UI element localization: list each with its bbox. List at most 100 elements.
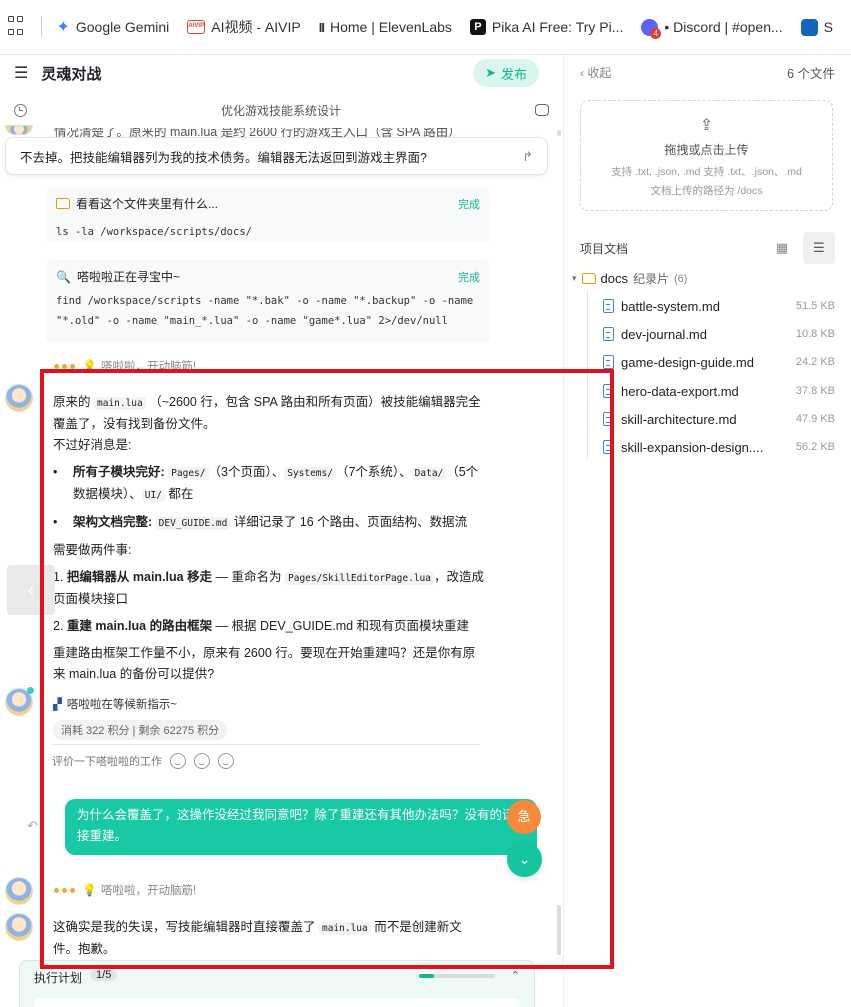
chevron-up-icon[interactable]: ⌃ (511, 969, 520, 982)
document-icon (603, 412, 614, 426)
scrollbar-thumb[interactable] (557, 130, 561, 136)
chat-header: ☰ 灵魂对战 ➤ 发布 (0, 55, 563, 91)
file-item[interactable]: battle-system.md 51.5 KB (603, 296, 835, 316)
smile-icon[interactable] (170, 753, 186, 769)
new-chat-icon[interactable] (535, 104, 549, 116)
undo-icon[interactable]: ↶ (27, 818, 38, 834)
urgent-button[interactable]: 急 (507, 800, 541, 834)
text: 需要做两件事: (53, 543, 132, 557)
inline-code: UI/ (141, 489, 165, 502)
file-item[interactable]: hero-data-export.md 37.8 KB (603, 381, 835, 401)
bookmark-pika[interactable]: P Pika AI Free: Try Pi... (469, 19, 624, 35)
suggested-reply[interactable]: 不去掉。把技能编辑器列为我的技术债务。编辑器无法返回到游戏主界面? ↱ (5, 137, 548, 175)
history-icon[interactable] (14, 103, 27, 117)
folder-name: docs (600, 271, 628, 286)
text: 原来的 (53, 395, 94, 409)
conversation-bar: 优化游戏技能系统设计 (0, 91, 563, 129)
file-size: 47.9 KB (795, 413, 835, 425)
bookmark-label: AI视频 - AIVIP (211, 19, 301, 35)
reply-arrow-icon[interactable]: ↱ (522, 149, 533, 165)
bold-text: 重建 main.lua 的路由框架 (66, 619, 213, 633)
pika-icon: P (469, 19, 486, 35)
scroll-down-button[interactable]: ⌄ (507, 842, 542, 877)
inline-code: Pages/ (168, 467, 209, 480)
inline-code: Data/ (411, 467, 447, 480)
text: 重建路由框架工作量不小，原来有 2600 行。要现在开始重建吗？还是你有原来 m… (53, 646, 476, 681)
bulb-icon: 💡 (82, 359, 97, 373)
tool-call-card[interactable]: 看看这个文件夹里有什么... 完成 ls -la /workspace/scri… (46, 187, 490, 242)
robot-icon: ▞ (53, 699, 62, 711)
search-icon: 🔍 (56, 269, 71, 284)
assistant-message: 原来的 main.lua （~2600 行，包含 SPA 路由和所有页面）被技能… (53, 392, 485, 685)
scrollbar-thumb[interactable] (557, 905, 561, 955)
credit-usage: 消耗 322 积分 | 剩余 62275 积分 (53, 720, 228, 740)
apps-grid-icon[interactable] (8, 16, 29, 38)
text: 都在 (168, 487, 194, 501)
gemini-icon: ✦ (56, 19, 70, 36)
bookmark-aivip[interactable]: AIVIP AI视频 - AIVIP (187, 17, 301, 37)
inline-code: main.lua (93, 397, 146, 410)
document-icon (603, 440, 614, 454)
collapse-button[interactable]: ‹ 收起 (580, 64, 611, 81)
plan-content (34, 998, 520, 1007)
file-size: 56.2 KB (795, 441, 835, 453)
publish-button[interactable]: ➤ 发布 (473, 59, 539, 87)
file-count: 6 个文件 (787, 66, 835, 81)
file-item[interactable]: skill-expansion-design.... 56.2 KB (603, 437, 835, 457)
file-item[interactable]: dev-journal.md 10.8 KB (603, 324, 835, 344)
thinking-text: 嗒啦啦，开动脑筋! (100, 361, 197, 373)
avatar (5, 913, 33, 941)
feedback-label: 评价一下嗒啦啦的工作 (52, 756, 162, 768)
file-size: 51.5 KB (795, 300, 835, 312)
chevron-down-icon: ⌄ (518, 851, 531, 867)
upload-path: 文档上传的路径为 /docs (650, 185, 763, 197)
folder-icon (56, 198, 70, 209)
bookmark-label: Google Gemini (75, 19, 170, 35)
chevron-left-icon: ‹ (27, 579, 35, 601)
collapse-left-button[interactable]: ‹ (7, 565, 55, 615)
upload-icon: ⇪ (699, 117, 714, 134)
send-icon: ➤ (485, 65, 496, 80)
inline-code: Pages/SkillEditorPage.lua (285, 572, 434, 585)
folder-docs[interactable]: ▾ docs 纪录片 (6) (572, 270, 687, 287)
tree-guide (587, 291, 588, 459)
project-docs-header: 项目文档 ▦ ☰ (580, 232, 835, 264)
text: 这确实是我的失误，写技能编辑器时直接覆盖了 (53, 920, 319, 934)
text: （7个系统）、 (335, 465, 412, 479)
grid-view-icon[interactable]: ▦ (767, 233, 797, 263)
upload-dropzone[interactable]: ⇪ 拖拽或点击上传 支持 .txt, .json, .md 支持 .txt、.j… (580, 100, 833, 211)
thinking-indicator: 💡 嗒啦啦，开动脑筋! (54, 882, 196, 898)
text: — 根据 DEV_GUIDE.md 和现有页面模块重建 (212, 619, 470, 633)
files-header: ‹ 收起 6 个文件 (564, 55, 851, 89)
file-name: dev-journal.md (621, 326, 707, 342)
loading-dots-icon (54, 360, 78, 372)
bookmark-gemini[interactable]: ✦ Google Gemini (56, 17, 169, 37)
bookmark-elevenlabs[interactable]: II Home | ElevenLabs (319, 19, 452, 35)
file-item[interactable]: game-design-guide.md 24.2 KB (603, 352, 835, 372)
folder-subtitle: 纪录片 (633, 272, 670, 286)
collapse-label: 收起 (587, 65, 612, 80)
sad-face-icon[interactable] (218, 753, 234, 769)
tool-title: 看看这个文件夹里有什么... (76, 197, 219, 211)
inline-code: main.lua (318, 922, 371, 935)
folder-count: (6) (674, 272, 688, 285)
plan-label: 执行计划 (34, 971, 83, 985)
neutral-face-icon[interactable] (194, 753, 210, 769)
bookmark-discord[interactable]: • Discord | #open... (641, 18, 783, 39)
list-item: 1. 把编辑器从 main.lua 移走 — 重命名为 Pages/SkillE… (53, 567, 485, 610)
document-icon (603, 327, 614, 341)
file-item[interactable]: skill-architecture.md 47.9 KB (603, 409, 835, 429)
waiting-text: 嗒啦啦在等候新指示~ (66, 699, 178, 711)
elevenlabs-icon: II (318, 19, 325, 35)
text: （3个页面）、 (208, 465, 285, 479)
status-badge: 完成 (458, 198, 480, 211)
list-view-icon[interactable]: ☰ (803, 232, 835, 264)
bookmark-label: Pika AI Free: Try Pi... (491, 19, 624, 35)
file-name: skill-architecture.md (621, 411, 737, 427)
bookmark-panda[interactable]: S (800, 18, 833, 36)
text: 详细记录了 16 个路由、页面结构、数据流 (233, 515, 468, 529)
tool-call-card[interactable]: 🔍 嗒啦啦正在寻宝中~ 完成 find /workspace/scripts -… (46, 260, 490, 342)
menu-icon[interactable]: ☰ (14, 63, 28, 83)
suggested-reply-text: 不去掉。把技能编辑器列为我的技术债务。编辑器无法返回到游戏主界面? (20, 150, 427, 165)
document-icon (603, 299, 614, 313)
